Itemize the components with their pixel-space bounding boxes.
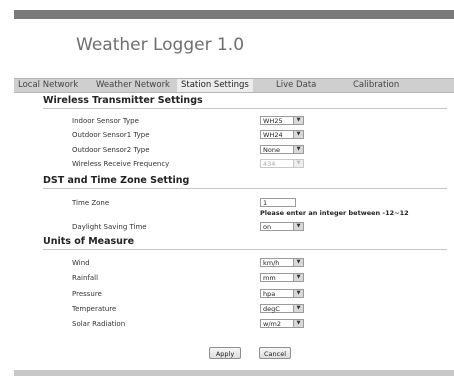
chevron-down-icon: ▼: [293, 320, 303, 327]
solar-radiation-unit-select[interactable]: w/m2 ▼: [260, 319, 304, 328]
label-solar-radiation: Solar Radiation: [72, 320, 126, 328]
section-title-units: Units of Measure: [43, 236, 135, 247]
outdoor-sensor2-type-select[interactable]: None ▼: [260, 145, 304, 154]
section-divider: [43, 249, 447, 250]
pressure-unit-value: hpa: [263, 290, 276, 298]
wind-unit-select[interactable]: km/h ▼: [260, 258, 304, 267]
label-outdoor-sensor2-type: Outdoor Sensor2 Type: [72, 146, 150, 154]
chevron-down-icon: ▼: [293, 274, 303, 281]
label-rainfall: Rainfall: [72, 274, 99, 282]
section-title-wireless: Wireless Transmitter Settings: [43, 95, 203, 106]
daylight-saving-time-value: on: [263, 223, 272, 231]
rainfall-unit-value: mm: [263, 274, 276, 282]
section-divider: [43, 188, 447, 189]
app-title: Weather Logger 1.0: [76, 35, 245, 55]
temperature-unit-value: degC: [263, 305, 280, 313]
outdoor-sensor1-type-value: WH24: [263, 131, 283, 139]
bottom-bar: [14, 370, 454, 376]
wind-unit-value: km/h: [263, 259, 280, 267]
label-indoor-sensor-type: Indoor Sensor Type: [72, 117, 139, 125]
time-zone-input[interactable]: 1: [260, 198, 296, 207]
daylight-saving-time-select[interactable]: on ▼: [260, 222, 304, 231]
solar-radiation-unit-value: w/m2: [263, 320, 281, 328]
tab-calibration[interactable]: Calibration: [353, 79, 399, 92]
tab-station-settings[interactable]: Station Settings: [177, 79, 253, 92]
chevron-down-icon: ▼: [293, 223, 303, 230]
chevron-down-icon: ▼: [293, 290, 303, 297]
temperature-unit-select[interactable]: degC ▼: [260, 304, 304, 313]
outdoor-sensor1-type-select[interactable]: WH24 ▼: [260, 130, 304, 139]
label-temperature: Temperature: [72, 305, 117, 313]
section-title-dst: DST and Time Zone Setting: [43, 175, 190, 186]
top-header-bar: [14, 10, 454, 19]
label-daylight-saving-time: Daylight Saving Time: [72, 223, 147, 231]
label-time-zone: Time Zone: [72, 199, 110, 207]
label-wireless-receive-frequency: Wireless Receive Frequency: [72, 160, 170, 168]
chevron-down-icon: ▼: [293, 160, 303, 167]
label-outdoor-sensor1-type: Outdoor Sensor1 Type: [72, 131, 150, 139]
chevron-down-icon: ▼: [293, 146, 303, 153]
tab-local-network[interactable]: Local Network: [18, 79, 78, 92]
label-wind: Wind: [72, 259, 90, 267]
tab-live-data[interactable]: Live Data: [276, 79, 316, 92]
wireless-receive-frequency-select: 434 ▼: [260, 159, 304, 168]
pressure-unit-select[interactable]: hpa ▼: [260, 289, 304, 298]
chevron-down-icon: ▼: [293, 131, 303, 138]
chevron-down-icon: ▼: [293, 259, 303, 266]
indoor-sensor-type-value: WH25: [263, 117, 283, 125]
section-divider: [43, 108, 447, 109]
chevron-down-icon: ▼: [293, 117, 303, 124]
tab-weather-network[interactable]: Weather Network: [96, 79, 170, 92]
indoor-sensor-type-select[interactable]: WH25 ▼: [260, 116, 304, 125]
time-zone-hint: Please enter an integer between -12~12: [260, 209, 409, 217]
wireless-receive-frequency-value: 434: [263, 160, 276, 168]
nav-tab-bar: Local Network Weather Network Station Se…: [14, 78, 454, 93]
outdoor-sensor2-type-value: None: [263, 146, 280, 154]
apply-button[interactable]: Apply: [209, 347, 241, 359]
chevron-down-icon: ▼: [293, 305, 303, 312]
cancel-button[interactable]: Cancel: [259, 347, 291, 359]
rainfall-unit-select[interactable]: mm ▼: [260, 273, 304, 282]
label-pressure: Pressure: [72, 290, 102, 298]
